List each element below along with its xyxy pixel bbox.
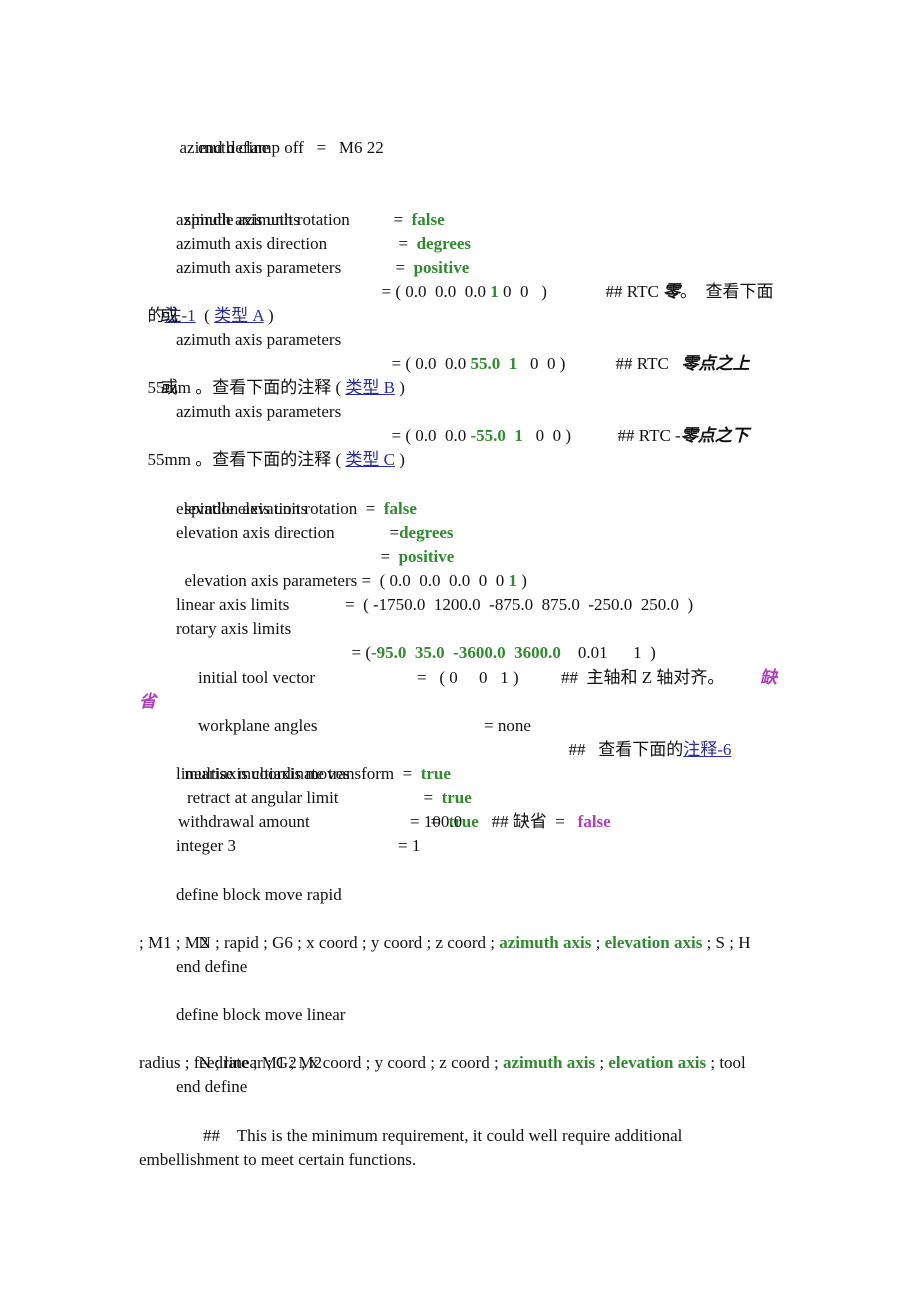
minimum-requirement-note: ## This is the minimum requirement, it c… [203,1126,683,1145]
comment-italic: 零点之下 [680,426,749,445]
type-b-link[interactable]: 类型 B [345,378,395,397]
workplane-angles-comment: ## 查看下面的注释-6 [560,714,732,762]
elevation-axis-units-label: elevation axis units [176,499,308,518]
end-define-3: end define [176,1077,248,1096]
withdrawal-amount-label: withdrawal amount [178,812,310,831]
highlight: -55.0 1 [470,426,523,445]
end-define-2: end define [176,957,248,976]
azimuth-params-c-wrap: 55mm 。查看下面的注释 ( 类型 C ) [139,424,405,472]
azimuth-params-a-wrap: 的注-1 ( 类型 A ) [139,280,274,328]
azimuth-params-b-comment: ## RTC 零点之上 [607,328,750,376]
azimuth-params-c-label: azimuth axis parameters [176,402,342,421]
comment-tail: 。 查看下面 [680,282,774,301]
workplane-angles-label: workplane angles [198,716,318,735]
azimuth-axis-direction-label: azimuth axis direction [176,234,328,253]
type-c-link[interactable]: 类型 C [345,450,395,469]
highlight: 1 [490,282,499,301]
define-block-move-rapid: define block move rapid [176,885,342,904]
pre: N ; rapid ; G6 ; x coord ; y coord ; z c… [198,933,500,952]
equals: = [365,499,376,518]
linear-block-wrap: radius ; feedrate ; M1 ; M2 [139,1053,323,1072]
linear-axis-limits-label: linear axis limits [176,595,290,614]
integer-3-value: = 1 [398,836,421,855]
integer-3-label: integer 3 [176,836,236,855]
comment: ## 缺省 = [491,812,565,831]
rapid-block-body: N ; rapid ; G6 ; x coord ; y coord ; z c… [190,907,751,955]
rotary-axis-limits-label: rotary axis limits [176,619,292,638]
wrap-mid: ( [195,306,215,325]
initial-tool-vector-label: initial tool vector [198,668,316,687]
rapid-block-wrap: ; M1 ; M2 [139,933,209,952]
elevation-axis-direction-label: elevation axis direction [176,523,335,542]
rotary-axis-limits-value: = (-95.0 35.0 -3600.0 3600.0 0.01 1 ) [343,617,656,665]
elevation-axis-term: elevation axis [608,1053,707,1072]
post: ; tool [706,1053,746,1072]
azimuth-params-a-value: = ( 0.0 0.0 0.0 1 0 0 ) [373,256,547,304]
wrap-end: ) [394,378,405,397]
initial-tool-vector-value: = ( 0 0 1 ) [417,668,519,687]
label: elevation axis parameters [184,571,358,590]
equals: = [316,138,327,157]
azimuth-params-c-value: = ( 0.0 0.0 -55.0 1 0 0 ) [383,400,572,448]
minimum-requirement-note-wrap: embellishment to meet certain functions. [139,1150,417,1169]
comment: ## RTC - [617,426,681,445]
default-label-wrap: 省 [139,692,156,711]
suffix: 0 0 ) [517,354,566,373]
initial-tool-vector-comment: ## 主轴和 Z 轴对齐。 [561,668,725,687]
comment-italic: 零点之上 [681,354,750,373]
default-label: 缺 [760,668,777,687]
suffix: ) [517,571,527,590]
suffix: 0.01 1 ) [560,643,656,662]
suffix: 0 0 ) [522,426,572,445]
sep: ; [595,1053,609,1072]
wrap-end: ) [263,306,274,325]
azimuth-axis-term: azimuth axis [503,1053,596,1072]
prefix: = ( 0.0 0.0 0.0 [381,282,491,301]
prefix: = ( 0.0 0.0 0.0 0 0 [361,571,509,590]
azimuth-axis-term: azimuth axis [499,933,592,952]
post: ; S ; H [702,933,751,952]
default-value: false [577,812,611,831]
azimuth-params-a-comment: ## RTC 零。 查看下面 [597,256,774,304]
comment: ## RTC [605,282,664,301]
linearise-multiaxis-moves-label: linearise multiaxis moves [176,764,350,783]
equals: = [402,764,413,783]
end-define-1: end define [198,138,270,157]
azimuth-params-c-comment: ## RTC -零点之下 [609,400,749,448]
wrap-pre: 55mm 。查看下面的注释 ( [147,450,346,469]
highlight: -95.0 35.0 -3600.0 3600.0 [371,643,561,662]
comment: ## 查看下面的 [568,740,684,759]
value: M6 22 [338,138,384,157]
linear-axis-limits-value: = ( -1750.0 1200.0 -875.0 875.0 -250.0 2… [345,595,694,614]
highlight: 1 [508,571,518,590]
suffix: 0 0 ) [498,282,547,301]
azimuth-params-b-wrap: 55mm 。查看下面的注释 ( 类型 B ) [139,352,405,400]
workplane-angles-value: = none [484,716,531,735]
comment: ## RTC [615,354,682,373]
azimuth-params-a-label: azimuth axis parameters [176,258,342,277]
type-a-link[interactable]: 类型 A [214,306,264,325]
azimuth-params-b-label: azimuth axis parameters [176,330,342,349]
highlight: 55.0 1 [470,354,518,373]
sep: ; [591,933,605,952]
azimuth-params-b-value: = ( 0.0 0.0 55.0 1 0 0 ) [383,328,566,376]
retract-at-angular-limit-label: retract at angular limit [187,788,339,807]
elevation-axis-parameters-line: elevation axis parameters = ( 0.0 0.0 0.… [176,545,527,593]
or-2: 或 [161,378,178,397]
withdrawal-amount-value: = 100.0 [410,812,463,831]
prefix: = ( [351,643,372,662]
azimuth-axis-units-label: azimuth axis units [176,210,300,229]
define-block-move-linear: define block move linear [176,1005,346,1024]
or-1: 或 [161,306,178,325]
elevation-axis-term: elevation axis [604,933,703,952]
wrap-end: ) [394,450,405,469]
comment-italic: 零 [663,282,681,301]
note-6-link[interactable]: 注释-6 [683,740,731,759]
